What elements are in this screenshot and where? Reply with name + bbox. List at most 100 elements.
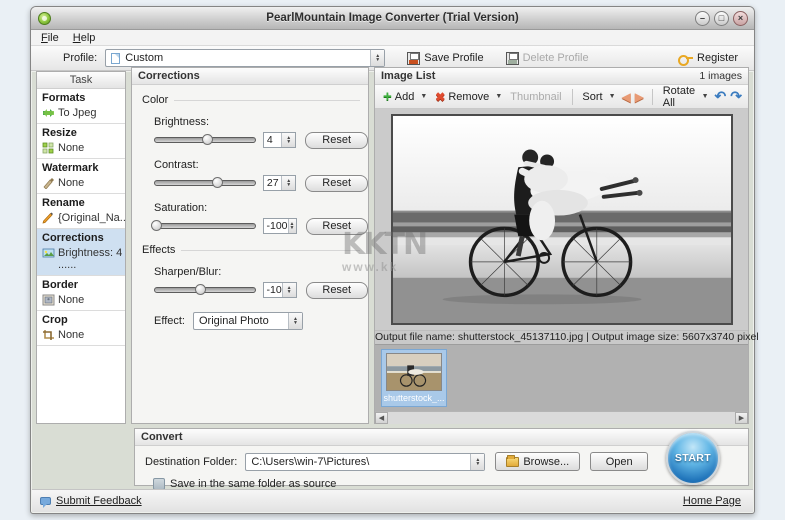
rotate-right-icon[interactable]: ↷: [730, 88, 742, 105]
feedback-bubble-icon: [40, 497, 51, 505]
move-left-icon[interactable]: ◀: [622, 90, 631, 104]
submit-feedback-link[interactable]: Submit Feedback: [56, 495, 142, 507]
saturation-slider[interactable]: [154, 219, 256, 233]
saturation-spinner[interactable]: ▲▼: [288, 219, 296, 233]
save-profile-button[interactable]: Save Profile: [407, 52, 483, 65]
add-dropdown-caret[interactable]: ▼: [420, 93, 427, 100]
destination-value: C:\Users\win-7\Pictures\: [246, 456, 470, 468]
image-list-toolbar: + Add ▼ ✖ Remove ▼ Thumbnail Sort ▼ ◀ ▶ …: [375, 85, 748, 109]
browse-button[interactable]: Browse...: [495, 452, 580, 471]
open-button[interactable]: Open: [590, 452, 648, 471]
remove-button[interactable]: ✖ Remove ▼: [433, 91, 504, 103]
profile-spinner[interactable]: ▲▼: [370, 50, 384, 66]
effect-spinner[interactable]: ▲▼: [288, 313, 302, 329]
task-item-crop[interactable]: Crop None: [37, 311, 125, 346]
task-item-watermark[interactable]: Watermark None: [37, 159, 125, 194]
sharpen-blur-slider[interactable]: [154, 283, 256, 297]
saturation-value-box[interactable]: -100 ▲▼: [263, 218, 297, 234]
saturation-row: -100 ▲▼ Reset: [154, 217, 368, 235]
brightness-spinner[interactable]: ▲▼: [281, 133, 295, 147]
sharpen-blur-value-box[interactable]: -10 ▲▼: [263, 282, 297, 298]
task-item-border[interactable]: Border None: [37, 276, 125, 311]
delete-icon: [506, 52, 519, 65]
minimize-button[interactable]: –: [695, 11, 710, 26]
thumbnail-item[interactable]: shutterstock_...: [381, 349, 447, 407]
corrections-icon: [42, 247, 55, 259]
brightness-reset-button[interactable]: Reset: [305, 132, 368, 149]
status-bar: Submit Feedback Home Page: [32, 489, 753, 512]
effect-combobox[interactable]: Original Photo ▲▼: [193, 312, 303, 330]
image-list-panel: Image List 1 images + Add ▼ ✖ Remove ▼ T…: [374, 67, 749, 424]
corrections-panel: Corrections Color Brightness: 4 ▲▼ Reset…: [131, 67, 369, 424]
image-list-header: Image List: [381, 68, 435, 84]
watermark-icon: [42, 177, 55, 189]
effects-group-label: Effects: [142, 244, 360, 256]
task-item-rename[interactable]: Rename {Original_Na...: [37, 194, 125, 229]
output-caption: Output file name: shutterstock_45137110.…: [375, 330, 748, 344]
profile-doc-icon: [111, 53, 120, 64]
sharpen-blur-thumb[interactable]: [195, 284, 206, 295]
app-icon: [38, 12, 51, 25]
move-right-icon[interactable]: ▶: [635, 90, 644, 104]
home-page-link[interactable]: Home Page: [683, 495, 741, 507]
register-button[interactable]: Register: [678, 52, 738, 64]
scroll-track[interactable]: [388, 412, 735, 424]
sharpen-blur-reset-button[interactable]: Reset: [306, 282, 369, 299]
add-button[interactable]: + Add ▼: [381, 91, 429, 103]
save-icon: [407, 52, 420, 65]
rotate-all-button[interactable]: Rotate All ▼: [661, 85, 711, 109]
effect-value: Original Photo: [194, 315, 288, 327]
thumbnail-button: Thumbnail: [508, 91, 563, 103]
window-title: PearlMountain Image Converter (Trial Ver…: [31, 12, 754, 24]
contrast-reset-button[interactable]: Reset: [305, 175, 368, 192]
destination-combobox[interactable]: C:\Users\win-7\Pictures\ ▲▼: [245, 453, 485, 471]
title-bar[interactable]: PearlMountain Image Converter (Trial Ver…: [31, 7, 754, 30]
delete-profile-button: Delete Profile: [506, 52, 589, 65]
sort-dropdown-caret[interactable]: ▼: [609, 93, 616, 100]
contrast-row: 27 ▲▼ Reset: [154, 174, 368, 192]
convert-panel: Convert Destination Folder: C:\Users\win…: [134, 428, 749, 486]
key-icon: [678, 54, 693, 63]
contrast-thumb[interactable]: [212, 177, 223, 188]
thumbnail-photo: [386, 353, 442, 391]
task-item-corrections[interactable]: Corrections Brightness: 4 ......: [37, 229, 125, 276]
maximize-button[interactable]: □: [714, 11, 729, 26]
task-corrections-more: ......: [58, 259, 125, 271]
menu-help[interactable]: Help: [73, 32, 96, 44]
brightness-thumb[interactable]: [202, 134, 213, 145]
horizontal-scrollbar[interactable]: ◀ ▶: [375, 411, 748, 424]
saturation-label: Saturation:: [154, 202, 368, 214]
contrast-slider[interactable]: [154, 176, 256, 190]
saturation-thumb[interactable]: [151, 220, 162, 231]
thumbnail-label: shutterstock_...: [382, 393, 446, 403]
profile-combobox[interactable]: Custom ▲▼: [105, 49, 385, 67]
contrast-spinner[interactable]: ▲▼: [281, 176, 295, 190]
contrast-value-box[interactable]: 27 ▲▼: [263, 175, 296, 191]
preview-image: [391, 114, 733, 325]
task-item-formats[interactable]: Formats To Jpeg: [37, 89, 125, 124]
scroll-right-icon[interactable]: ▶: [735, 412, 748, 424]
convert-header: Convert: [135, 429, 748, 446]
close-button[interactable]: ×: [733, 11, 748, 26]
menu-file[interactable]: File: [41, 32, 59, 44]
destination-label: Destination Folder:: [145, 456, 237, 468]
task-panel: Task Formats To Jpeg Resize None Waterma…: [36, 71, 126, 424]
color-group-label: Color: [142, 94, 360, 106]
sort-button[interactable]: Sort ▼: [580, 91, 617, 103]
rename-icon: [42, 212, 55, 224]
plus-icon: +: [383, 91, 392, 103]
saturation-reset-button[interactable]: Reset: [306, 218, 369, 235]
sharpen-blur-spinner[interactable]: ▲▼: [282, 283, 296, 297]
rotate-left-icon[interactable]: ↶: [715, 88, 727, 105]
remove-dropdown-caret[interactable]: ▼: [495, 93, 502, 100]
effect-row: Effect: Original Photo ▲▼: [154, 312, 368, 330]
border-icon: [42, 294, 55, 306]
start-button[interactable]: START: [666, 431, 720, 485]
destination-spinner[interactable]: ▲▼: [470, 454, 484, 470]
brightness-value-box[interactable]: 4 ▲▼: [263, 132, 296, 148]
brightness-slider[interactable]: [154, 133, 256, 147]
rotate-all-dropdown-caret[interactable]: ▼: [702, 93, 709, 100]
task-item-resize[interactable]: Resize None: [37, 124, 125, 159]
brightness-row: 4 ▲▼ Reset: [154, 131, 368, 149]
scroll-left-icon[interactable]: ◀: [375, 412, 388, 424]
